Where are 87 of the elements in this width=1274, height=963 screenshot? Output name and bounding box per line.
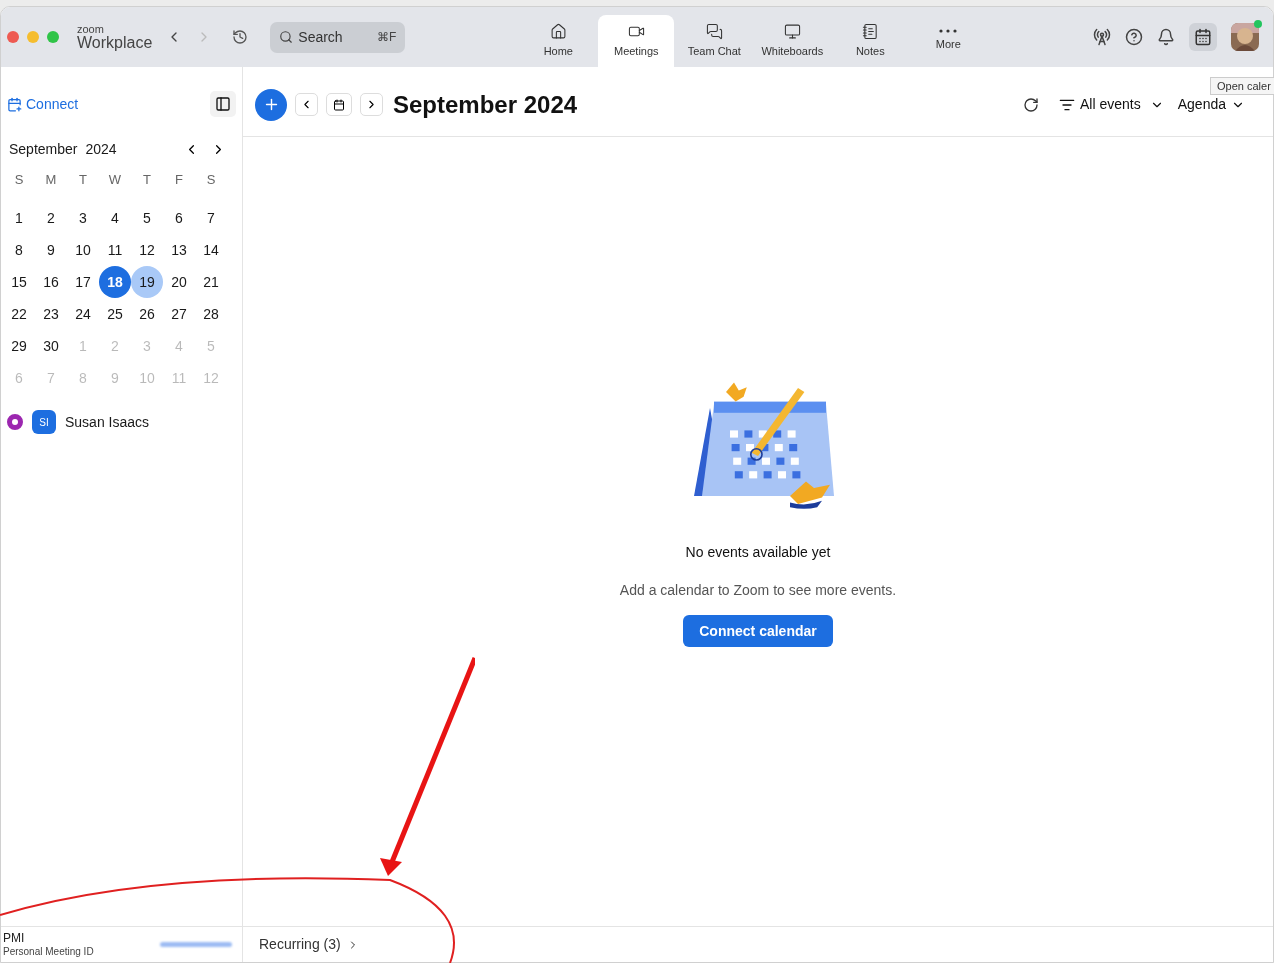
calendar-day[interactable]: 23 [35, 298, 67, 330]
calendar-day[interactable]: 19 [131, 266, 163, 298]
close-window-button[interactable] [7, 31, 19, 43]
refresh-icon[interactable] [1023, 96, 1039, 113]
nav-tab[interactable]: Team Chat [676, 15, 753, 67]
calendar-day[interactable]: 18 [99, 266, 131, 298]
sidebar-icon [215, 96, 231, 112]
logo-caption: zoom [77, 23, 105, 35]
calendar-icon [1194, 28, 1212, 46]
weekday-label: F [174, 171, 184, 189]
calendar-day[interactable]: 9 [35, 234, 67, 266]
monitor-icon [783, 22, 801, 40]
add-event-button[interactable] [255, 88, 287, 121]
calendar-panel-button[interactable] [1189, 23, 1217, 51]
calendar-day[interactable]: 6 [163, 202, 195, 234]
weekday-label: T [78, 171, 88, 189]
calendar-day[interactable]: 28 [195, 298, 227, 330]
calendar-day[interactable]: 21 [195, 266, 227, 298]
weekday-label: T [142, 171, 152, 189]
today-button[interactable] [326, 93, 352, 116]
more-icon [939, 29, 958, 34]
calendar-day[interactable]: 24 [67, 298, 99, 330]
calendar-day[interactable]: 1 [3, 202, 35, 234]
sidebar-toggle-button[interactable] [210, 91, 236, 117]
avatar-initials: SI [32, 410, 56, 434]
home-icon [549, 22, 567, 40]
calendar-day[interactable]: 12 [131, 234, 163, 266]
signal-icon[interactable] [1093, 28, 1111, 46]
weekday-label: M [44, 171, 58, 189]
search-icon [279, 30, 294, 44]
notepad-icon [861, 22, 879, 40]
calendar-day[interactable]: 8 [3, 234, 35, 266]
chat-bubbles-icon [705, 22, 723, 40]
nav-tab[interactable]: Meetings [598, 15, 675, 67]
calendar-day[interactable]: 26 [131, 298, 163, 330]
previous-button[interactable] [295, 93, 318, 116]
calendar-day[interactable]: 7 [195, 202, 227, 234]
app-logo: Workplace [77, 34, 153, 51]
weekday-label: S [13, 171, 25, 189]
nav-tab[interactable]: Home [520, 15, 597, 67]
calendar-day[interactable]: 17 [67, 266, 99, 298]
view-dropdown[interactable]: Agenda [1177, 94, 1245, 115]
calendar-icon [333, 98, 345, 111]
calendar-day[interactable]: 14 [195, 234, 227, 266]
history-icon[interactable] [232, 29, 249, 45]
calendar-checkbox[interactable] [7, 414, 23, 430]
calendar-day[interactable]: 2 [35, 202, 67, 234]
empty-state-title: No events available yet [685, 543, 831, 562]
connect-calendar-button[interactable]: Connect calendar [683, 615, 833, 647]
calendar-day[interactable]: 27 [163, 298, 195, 330]
filter-dropdown[interactable]: All events [1059, 94, 1164, 115]
nav-tab[interactable]: Whiteboards [754, 15, 831, 67]
next-button[interactable] [360, 93, 383, 116]
shortcut-hint: ⌘F [376, 29, 397, 46]
calendar-owner-name: Susan Isaacs [65, 412, 150, 432]
redacted-meeting-id [160, 942, 232, 947]
calendar-day[interactable]: 11 [99, 234, 131, 266]
help-icon[interactable] [1125, 28, 1143, 46]
calendar-link-icon [7, 96, 22, 112]
nav-tab[interactable]: More [910, 15, 987, 67]
connect-link[interactable]: Connect [7, 93, 79, 115]
calendar-day[interactable]: 15 [3, 266, 35, 298]
month-label: September [9, 140, 78, 159]
calendar-day[interactable]: 5 [131, 202, 163, 234]
tooltip: Open caler [1210, 77, 1274, 95]
year-label: 2024 [85, 140, 117, 159]
calendar-day[interactable]: 30 [35, 330, 67, 362]
calendar-day[interactable]: 16 [35, 266, 67, 298]
calendar-day[interactable]: 25 [99, 298, 131, 330]
calendar-title: September 2024 [393, 89, 578, 120]
calendar-day[interactable]: 3 [67, 202, 99, 234]
nav-tab[interactable]: Notes [832, 15, 909, 67]
pmi-label: PMI [3, 930, 26, 946]
weekday-label: W [107, 171, 123, 189]
calendar-day[interactable]: 4 [99, 202, 131, 234]
pmi-caption: Personal Meeting ID [3, 945, 94, 959]
weekday-label: S [205, 171, 217, 189]
calendar-day[interactable]: 13 [163, 234, 195, 266]
recurring-link[interactable]: Recurring (3) [259, 934, 359, 955]
calendar-day[interactable]: 10 [67, 234, 99, 266]
notifications-icon[interactable] [1157, 28, 1175, 46]
calendar-day[interactable]: 22 [3, 298, 35, 330]
calendar-day[interactable]: 29 [3, 330, 35, 362]
search-field[interactable]: Search ⌘F [270, 21, 406, 53]
search-placeholder: Search [298, 27, 344, 47]
empty-state-text: Add a calendar to Zoom to see more events. [619, 581, 897, 600]
calendar-day[interactable]: 20 [163, 266, 195, 298]
